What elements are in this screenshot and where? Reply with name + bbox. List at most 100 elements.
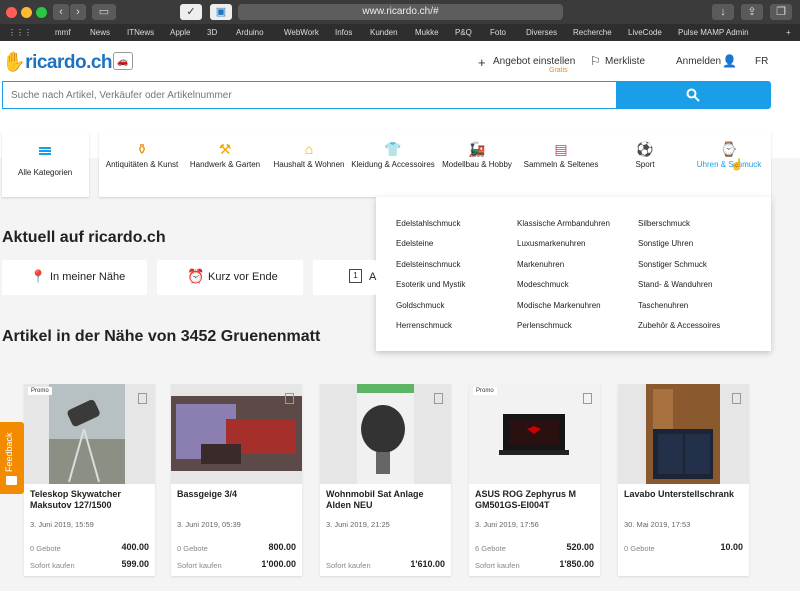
watchlist-bookmark-icon[interactable] [434,393,443,404]
category-models[interactable]: 🚂 Modellbau & Hobby [434,131,520,197]
category-clothing[interactable]: 👕 Kleidung & Accessoires [350,131,436,197]
language-switch[interactable]: FR [755,56,768,67]
back-icon[interactable]: ‹ [53,4,69,20]
bookmark-item[interactable]: Apple [170,28,190,37]
search-button[interactable] [616,81,771,109]
watchlist-bookmark-icon[interactable] [732,393,741,404]
dropdown-item[interactable]: Modische Markenuhren [517,301,601,310]
privacy-check-icon[interactable]: ✓ [180,4,202,20]
watchlist-bookmark-icon[interactable] [138,393,147,404]
dropdown-item[interactable]: Goldschmuck [396,301,444,310]
watchlist-bookmark-icon[interactable] [285,393,294,404]
dropdown-item[interactable]: Silberschmuck [638,219,690,228]
search-input[interactable] [2,81,616,109]
article-card[interactable]: Promo ASUS ROG Zephyrus M GM501GS-EI004T… [469,384,600,576]
grid-icon[interactable]: ⋮⋮⋮ [8,28,32,37]
article-image[interactable] [171,384,302,484]
ball-icon: ⚽ [636,141,654,157]
office-extension-icon[interactable]: ▣ [210,4,232,20]
ending-soon-button[interactable]: ⏰ Kurz vor Ende [157,260,303,295]
article-date: 3. Juni 2019, 15:59 [30,520,94,529]
article-title[interactable]: ASUS ROG Zephyrus M GM501GS-EI004T [475,489,597,511]
bookmark-item[interactable]: News [90,28,110,37]
dropdown-item[interactable]: Klassische Armbanduhren [517,219,610,228]
bookmark-item[interactable]: WebWork [284,28,319,37]
bookmark-item[interactable]: Kunden [370,28,398,37]
bookmark-item[interactable]: ITNews [127,28,154,37]
ricardo-logo[interactable]: ✋ricardo.ch [2,50,113,74]
dropdown-item[interactable]: Sonstiger Schmuck [638,260,707,269]
category-watches[interactable]: ⌚ Uhren & Schmuck [686,131,772,197]
add-bookmark-icon[interactable]: + [786,28,791,37]
bookmark-item[interactable]: Foto [490,28,506,37]
url-bar[interactable]: www.ricardo.ch/# [238,4,563,20]
bookmark-item[interactable]: Pulse MAMP Admin [678,28,749,37]
article-title[interactable]: Wohnmobil Sat Anlage Alden NEU [326,489,448,511]
watchlist-link[interactable]: Merkliste [605,56,645,67]
plus-icon[interactable]: + [478,55,486,70]
user-icon[interactable]: 👤 [722,54,737,68]
category-label: Kleidung & Accessoires [351,160,435,169]
dropdown-item[interactable]: Edelsteinschmuck [396,260,460,269]
dropdown-item[interactable]: Luxusmarkenuhren [517,239,585,248]
sell-link[interactable]: Angebot einstellen [493,56,575,67]
article-title[interactable]: Bassgeige 3/4 [177,489,299,500]
bookmark-item[interactable]: Mukke [415,28,439,37]
third-filter-button[interactable]: 1 A [313,260,376,295]
dropdown-item[interactable]: Taschenuhren [638,301,688,310]
category-household[interactable]: ⌂ Haushalt & Wohnen [266,131,352,197]
dropdown-item[interactable]: Modeschmuck [517,280,569,289]
bookmark-item[interactable]: P&Q [455,28,472,37]
article-card[interactable]: Promo Teleskop Skywatcher Maksutov 127/1… [24,384,155,576]
tabs-icon[interactable]: ❐ [770,4,792,20]
minimize-window-icon[interactable] [21,7,32,18]
bookmark-item[interactable]: mmf [55,28,71,37]
bookmark-item[interactable]: Arduino [236,28,264,37]
article-card[interactable]: Bassgeige 3/4 3. Juni 2019, 05:39 0 Gebo… [171,384,302,576]
dropdown-item[interactable]: Edelstahlschmuck [396,219,460,228]
close-window-icon[interactable] [6,7,17,18]
bookmark-item[interactable]: LiveCode [628,28,662,37]
feedback-tab[interactable]: Feedback [0,422,24,494]
article-image[interactable] [469,384,600,484]
sidebar-icon[interactable]: ▭ [92,4,116,20]
dropdown-item[interactable]: Herrenschmuck [396,321,452,330]
dropdown-item[interactable]: Zubehör & Accessoires [638,321,720,330]
bookmark-icon[interactable]: ⚐ [590,54,601,68]
car-icon[interactable]: 🚗 [113,52,133,70]
bookmark-item[interactable]: Infos [335,28,352,37]
article-card[interactable]: Lavabo Unterstellschrank 30. Mai 2019, 1… [618,384,749,576]
article-title[interactable]: Lavabo Unterstellschrank [624,489,746,500]
article-image[interactable] [320,384,451,484]
article-date: 3. Juni 2019, 21:25 [326,520,390,529]
login-link[interactable]: Anmelden [676,56,721,67]
dropdown-item[interactable]: Markenuhren [517,260,564,269]
bookmark-item[interactable]: 3D [207,28,217,37]
dropdown-item[interactable]: Perlenschmuck [517,321,572,330]
article-date: 3. Juni 2019, 05:39 [177,520,241,529]
category-antiques[interactable]: ⚱ Antiquitäten & Kunst [99,131,185,197]
article-image[interactable] [24,384,155,484]
forward-icon[interactable]: › [70,4,86,20]
category-handcraft[interactable]: ⚒ Handwerk & Garten [182,131,268,197]
dropdown-item[interactable]: Esoterik und Mystik [396,280,465,289]
bookmark-item[interactable]: Diverses [526,28,557,37]
download-icon[interactable]: ↓ [712,4,734,20]
feedback-icon [6,476,17,485]
category-sport[interactable]: ⚽ Sport [602,131,688,197]
all-categories-button[interactable]: Alle Kategorien [2,131,89,197]
category-collecting[interactable]: ▤ Sammeln & Seltenes [518,131,604,197]
bookmark-item[interactable]: Recherche [573,28,612,37]
article-card[interactable]: Wohnmobil Sat Anlage Alden NEU 3. Juni 2… [320,384,451,576]
url-text: www.ricardo.ch/# [362,6,439,17]
share-icon[interactable]: ⇪ [741,4,763,20]
watchlist-bookmark-icon[interactable] [583,393,592,404]
dropdown-item[interactable]: Edelsteine [396,239,433,248]
dropdown-item[interactable]: Stand- & Wanduhren [638,280,712,289]
article-title[interactable]: Teleskop Skywatcher Maksutov 127/1500 [30,489,152,511]
article-image[interactable] [618,384,749,484]
near-me-button[interactable]: 📍 In meiner Nähe [2,260,147,295]
buy-now-label: Sofort kaufen [177,561,222,570]
dropdown-item[interactable]: Sonstige Uhren [638,239,693,248]
zoom-window-icon[interactable] [36,7,47,18]
